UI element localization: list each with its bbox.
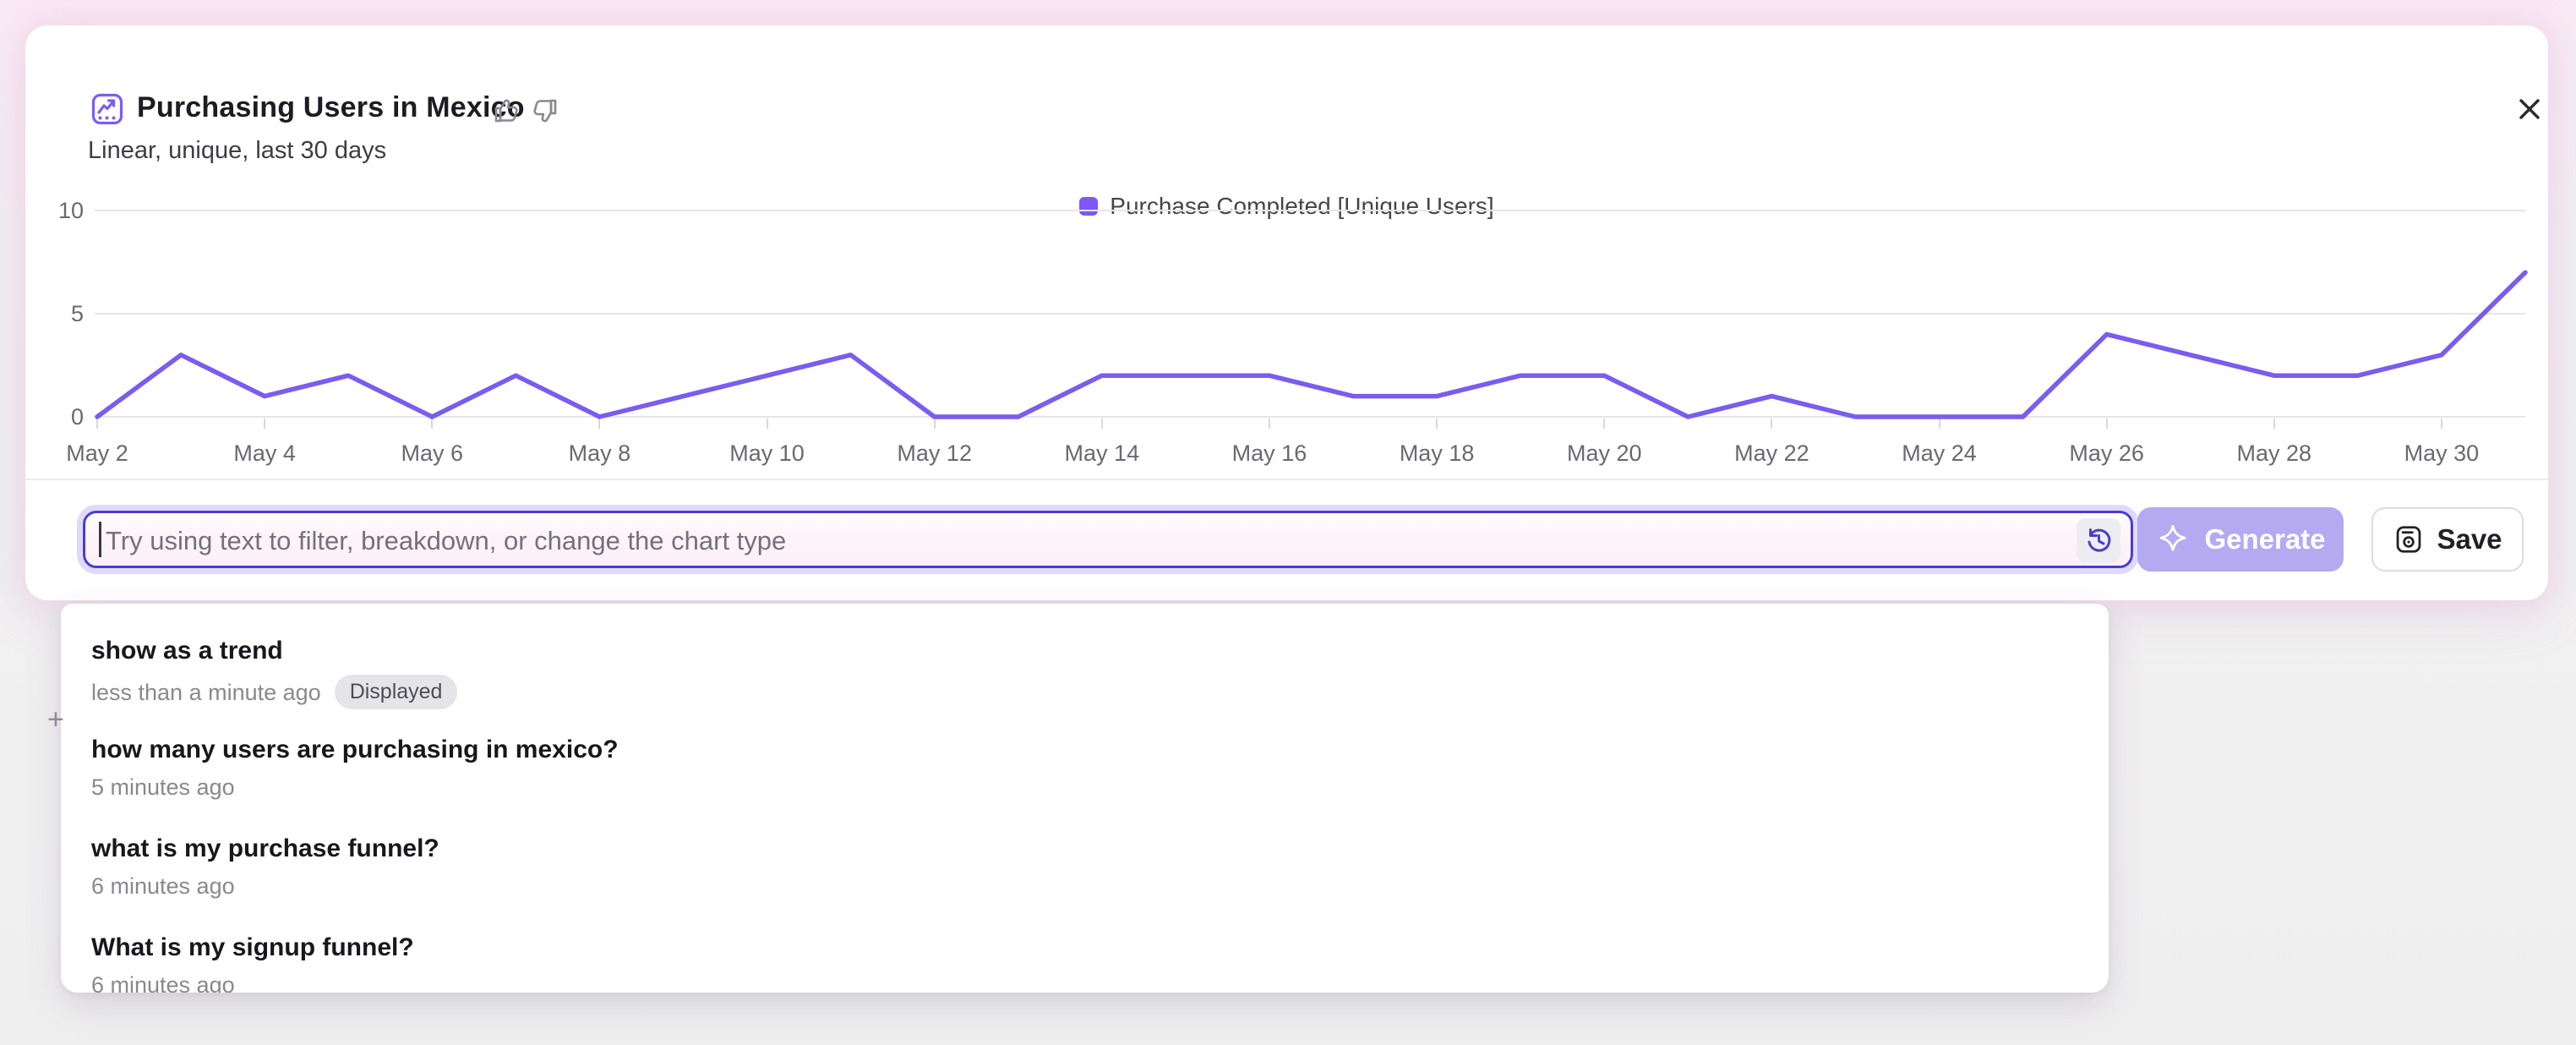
generate-label: Generate [2204,523,2325,555]
x-axis-label: May 8 [569,440,631,467]
y-axis-label: 10 [36,197,84,224]
history-item-query: how many users are purchasing in mexico? [91,731,2078,769]
x-axis-label: May 6 [401,440,464,467]
history-item[interactable]: show as a trend less than a minute ago D… [61,621,2109,719]
history-item-time: 6 minutes ago [91,971,235,993]
displayed-badge: Displayed [335,675,458,709]
x-axis-label: May 28 [2237,440,2312,467]
insights-chart-icon [91,93,123,125]
x-axis-label: May 24 [1902,440,1977,467]
history-dropdown: show as a trend less than a minute ago D… [61,604,2109,993]
history-item-time: 6 minutes ago [91,873,235,900]
save-label: Save [2437,523,2502,555]
history-item[interactable]: how many users are purchasing in mexico?… [61,719,2109,818]
x-axis-label: May 4 [233,440,296,467]
thumbs-down-icon[interactable] [531,96,559,125]
sparkle-icon [2155,522,2191,557]
history-item-query: show as a trend [91,632,2078,670]
history-item-query: what is my purchase funnel? [91,830,2078,867]
history-item-query: What is my signup funnel? [91,929,2078,966]
line-series [90,204,2532,424]
history-item[interactable]: What is my signup funnel? 6 minutes ago [61,917,2109,993]
generate-button[interactable]: Generate [2137,507,2344,572]
prompt-placeholder: Try using text to filter, breakdown, or … [106,526,786,556]
x-axis-label: May 26 [2069,440,2144,467]
history-icon[interactable] [2077,518,2120,562]
page-title: Purchasing Users in Mexico [137,91,525,124]
y-axis-label: 5 [36,300,84,327]
save-icon [2393,523,2425,555]
close-icon[interactable] [2515,95,2544,123]
x-axis-label: May 30 [2404,440,2480,467]
mouse-cursor: + [47,703,64,736]
chart-subtitle: Linear, unique, last 30 days [88,137,386,165]
x-axis-label: May 22 [1734,440,1809,467]
text-caret [99,522,101,557]
y-axis-label: 0 [36,403,84,430]
history-item[interactable]: what is my purchase funnel? 6 minutes ag… [61,818,2109,917]
chart-card: Purchasing Users in Mexico Linear, uniqu… [25,25,2548,600]
thumbs-up-icon[interactable] [492,96,521,125]
x-axis-label: May 20 [1567,440,1642,467]
x-axis-label: May 16 [1232,440,1307,467]
history-item-time: 5 minutes ago [91,774,235,801]
plot-area: 0510May 2May 4May 6May 8May 10May 12May … [97,211,2525,417]
history-item-time: less than a minute ago [91,679,321,706]
x-axis-label: May 10 [729,440,805,467]
chart-divider [25,479,2548,480]
save-button[interactable]: Save [2371,507,2524,572]
prompt-input[interactable]: Try using text to filter, breakdown, or … [83,511,2133,568]
x-axis-label: May 18 [1400,440,1475,467]
x-axis-label: May 2 [66,440,128,467]
x-axis-label: May 14 [1065,440,1140,467]
x-axis-label: May 12 [897,440,972,467]
